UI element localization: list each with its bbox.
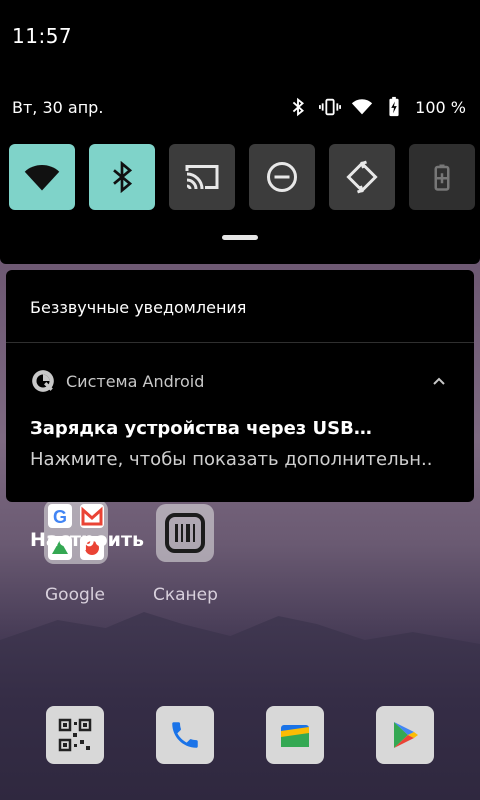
tile-do-not-disturb[interactable]	[249, 144, 315, 210]
phone-icon	[172, 722, 198, 748]
notification-card[interactable]: Беззвучные уведомления Система Android З…	[6, 270, 474, 502]
date-label[interactable]: Вт, 30 апр.	[12, 98, 103, 117]
battery-saver-icon	[434, 164, 450, 191]
status-icons: 100 %	[287, 96, 466, 118]
bluetooth-icon	[113, 161, 133, 193]
svg-text:G: G	[53, 507, 67, 527]
barcode-icon	[165, 513, 205, 553]
tile-battery-saver[interactable]	[409, 144, 475, 210]
tile-auto-rotate[interactable]	[329, 144, 395, 210]
divider	[6, 342, 474, 343]
android-system-icon	[32, 370, 54, 392]
tile-wifi[interactable]	[9, 144, 75, 210]
wallpaper-mountains	[0, 612, 480, 800]
notification-app-name: Система Android	[66, 371, 205, 391]
play-store-icon	[394, 722, 418, 748]
silent-notifications-header: Беззвучные уведомления	[30, 298, 247, 317]
wifi-icon	[352, 99, 373, 115]
scanner-app-icon[interactable]	[156, 504, 214, 562]
qr-code-icon	[58, 718, 92, 752]
tile-bluetooth[interactable]	[89, 144, 155, 210]
dock-qr-app[interactable]	[46, 706, 104, 764]
wifi-icon	[24, 165, 60, 191]
dnd-icon	[267, 162, 297, 192]
configure-button[interactable]: Настроить	[30, 529, 144, 551]
tile-cast[interactable]	[169, 144, 235, 210]
battery-percent: 100 %	[415, 97, 466, 117]
rotate-icon	[346, 160, 378, 194]
battery-charging-icon	[389, 96, 399, 117]
chevron-up-icon[interactable]	[432, 374, 446, 388]
dock-play-store-app[interactable]	[376, 706, 434, 764]
notification-title: Зарядка устройства через USB…	[30, 418, 372, 439]
dock-phone-app[interactable]	[156, 706, 214, 764]
cast-icon	[185, 165, 219, 190]
notification-app-row: Система Android	[30, 368, 204, 394]
quick-settings-panel: 11:57 Вт, 30 апр. 100 %	[0, 0, 480, 264]
clock: 11:57	[12, 24, 73, 48]
files-icon	[281, 725, 309, 747]
drag-handle[interactable]	[222, 235, 258, 240]
app-label-google: Google	[45, 585, 105, 605]
vibrate-icon	[319, 98, 342, 116]
bluetooth-icon	[292, 97, 305, 117]
quick-tiles	[9, 144, 475, 210]
dock-files-app[interactable]	[266, 706, 324, 764]
notification-text: Нажмите, чтобы показать дополнительн..	[30, 449, 433, 470]
app-label-scanner: Сканер	[153, 585, 218, 605]
